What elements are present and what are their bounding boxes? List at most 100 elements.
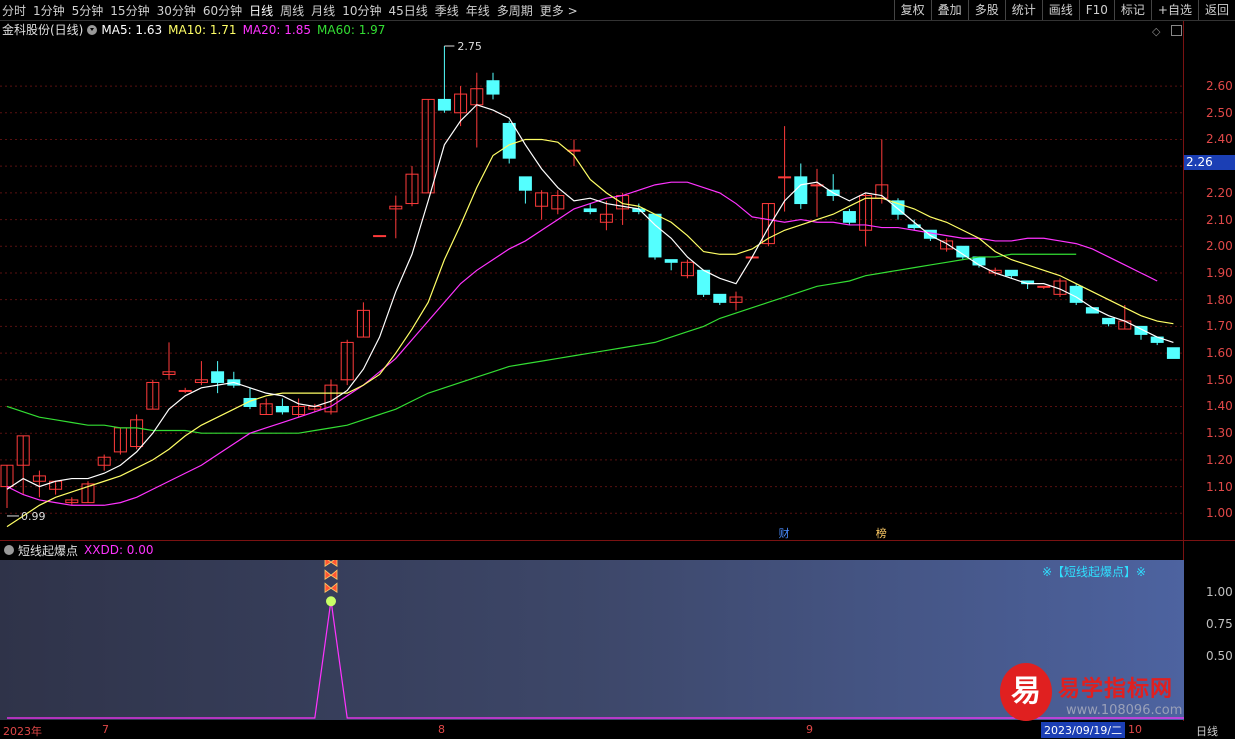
tool-button-0[interactable]: 复权 (893, 0, 931, 20)
candle-body (778, 176, 792, 179)
price-tick: 2.50 (1206, 105, 1233, 120)
period-tab-1[interactable]: 1分钟 (33, 2, 65, 19)
butterfly-icon (324, 560, 338, 567)
tool-button-6[interactable]: 标记 (1113, 0, 1151, 20)
tool-button-3[interactable]: 统计 (1004, 0, 1042, 20)
indicator-title: ※【短线起爆点】※ (1042, 565, 1147, 579)
price-chart[interactable]: 2.75 0.99 财 榜 (0, 38, 1184, 540)
period-tab-7[interactable]: 周线 (280, 2, 304, 19)
date-label-aug: 8 (438, 723, 445, 736)
ma5-value: MA5: 1.63 (101, 22, 163, 37)
window-box-icon[interactable] (1171, 25, 1182, 36)
period-tab-5[interactable]: 60分钟 (203, 2, 242, 19)
butterfly-icon (324, 582, 338, 593)
period-tab-2[interactable]: 5分钟 (72, 2, 104, 19)
ma10-value: MA10: 1.71 (168, 22, 237, 37)
period-tab-14[interactable]: 更多 > (540, 2, 578, 19)
price-tick: 2.10 (1206, 212, 1233, 227)
price-tick: 1.20 (1206, 452, 1233, 467)
current-price-tag: 2.26 (1184, 155, 1235, 170)
price-tick: 1.50 (1206, 372, 1233, 387)
candle-body (1037, 285, 1051, 288)
event-mark-list: 榜 (876, 526, 887, 540)
candle-body (713, 293, 727, 303)
ma-legend: 金科股份(日线) MA5: 1.63 MA10: 1.71 MA20: 1.85… (0, 21, 385, 38)
tool-button-5[interactable]: F10 (1078, 0, 1114, 20)
period-toolbar: 分时 1分钟 5分钟 15分钟 30分钟 60分钟 日线 周线 月线 10分钟 45日线 季线 年线 多周… (0, 0, 1235, 21)
signal-dot-icon (326, 596, 336, 607)
candle-body (567, 149, 581, 152)
date-label-oct: 10 (1128, 723, 1142, 736)
stock-name: 金科股份(日线) (2, 23, 84, 37)
period-tab-12[interactable]: 年线 (466, 2, 490, 19)
candle-body (1004, 269, 1018, 277)
watermark-logo: 易 (1000, 663, 1052, 721)
high-label: 2.75 (457, 40, 482, 53)
candle-body (502, 122, 516, 159)
indicator-name: 短线起爆点 (18, 543, 79, 558)
indicator-dropdown-icon[interactable] (4, 545, 14, 555)
price-tick: 2.20 (1206, 185, 1233, 200)
indicator-value: XXDD: 0.00 (84, 543, 154, 557)
candle-body (486, 80, 500, 95)
price-tick: 2.60 (1206, 79, 1233, 94)
tool-button-8[interactable]: 返回 (1197, 0, 1235, 20)
period-tabs: 分时 1分钟 5分钟 15分钟 30分钟 60分钟 日线 周线 月线 10分钟 45日线 季线 年线 多周… (2, 0, 585, 20)
tool-button-2[interactable]: 多股 (967, 0, 1005, 20)
indicator-legend: 短线起爆点 XXDD: 0.00 (0, 541, 154, 559)
period-tab-11[interactable]: 季线 (435, 2, 459, 19)
price-tick: 1.10 (1206, 479, 1233, 494)
pane-divider (0, 540, 1235, 541)
candle-body (275, 405, 289, 413)
candle-body (178, 389, 192, 392)
period-tab-6[interactable]: 日线 (249, 2, 273, 19)
ma10-line (6, 138, 1174, 528)
tool-button-4[interactable]: 画线 (1041, 0, 1079, 20)
ma60-value: MA60: 1.97 (317, 22, 386, 37)
diamond-icon[interactable]: ◇ (1152, 25, 1160, 38)
indicator-tick: 0.50 (1206, 649, 1233, 663)
ma20-line (6, 181, 1158, 506)
period-tab-9[interactable]: 10分钟 (342, 2, 381, 19)
period-tab-0[interactable]: 分时 (2, 2, 26, 19)
watermark-title: 易学指标网 (1058, 677, 1174, 702)
candle-body (437, 98, 451, 111)
period-label: 日线 (1196, 725, 1218, 738)
tool-button-7[interactable]: +自选 (1150, 0, 1198, 20)
candle-body (794, 176, 808, 205)
candle-body (842, 211, 856, 223)
candle-body (664, 259, 678, 263)
date-label-sep: 9 (806, 723, 813, 736)
indicator-tick: 1.00 (1206, 585, 1233, 599)
low-label: 0.99 (21, 510, 46, 523)
candle-body (697, 269, 711, 295)
date-label-jul: 7 (102, 723, 109, 736)
watermark: 易 易学指标网 www.108096.com (1000, 663, 1210, 723)
indicator-tick: 0.75 (1206, 617, 1233, 631)
ma5-line (6, 104, 1174, 490)
period-tab-10[interactable]: 45日线 (388, 2, 427, 19)
price-tick: 2.40 (1206, 132, 1233, 147)
price-tick: 1.80 (1206, 292, 1233, 307)
candle-body (373, 235, 387, 238)
price-tick: 1.90 (1206, 265, 1233, 280)
cursor-date: 2023/09/19/二 (1041, 722, 1126, 738)
date-label-year: 2023年 (3, 725, 42, 738)
period-tab-13[interactable]: 多周期 (497, 2, 533, 19)
tool-buttons: 复权 叠加 多股 统计 画线 F10 标记 +自选 返回 (893, 0, 1235, 20)
price-tick: 1.00 (1206, 506, 1233, 521)
watermark-url: www.108096.com (1066, 703, 1183, 718)
tool-button-1[interactable]: 叠加 (930, 0, 968, 20)
period-tab-4[interactable]: 30分钟 (157, 2, 196, 19)
candle-body (583, 208, 597, 213)
price-tick: 1.30 (1206, 426, 1233, 441)
price-tick: 2.00 (1206, 239, 1233, 254)
legend-dropdown-icon[interactable] (87, 24, 98, 35)
candle-body (211, 371, 225, 383)
candle-body (518, 176, 532, 191)
period-tab-8[interactable]: 月线 (311, 2, 335, 19)
price-tick: 1.70 (1206, 319, 1233, 334)
period-tab-3[interactable]: 15分钟 (110, 2, 149, 19)
event-mark-finance: 财 (779, 526, 790, 540)
date-axis: 2023年 7 8 9 2023/09/19/二 10 日线 (0, 721, 1235, 739)
